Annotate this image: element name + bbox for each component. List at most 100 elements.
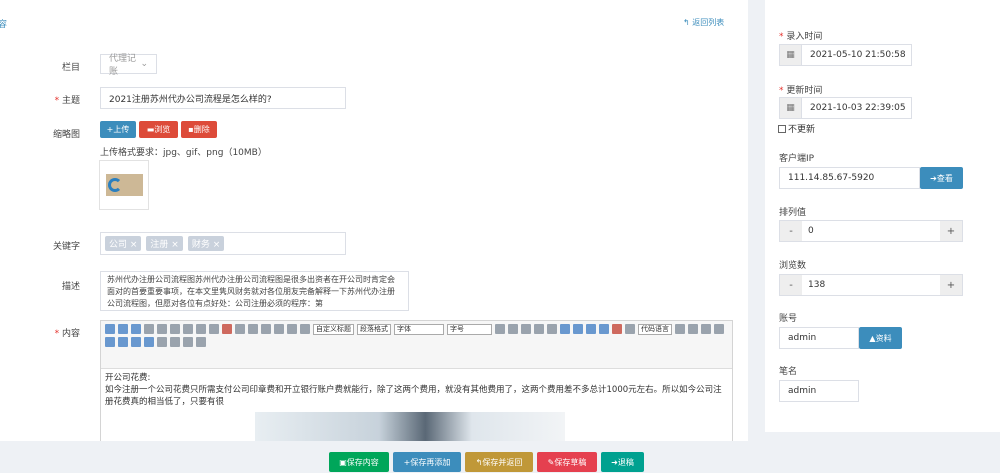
- entry-time-input[interactable]: ▦ 2021-05-10 21:50:58: [779, 44, 912, 66]
- keyword-tag[interactable]: 财务 ×: [187, 236, 225, 251]
- client-ip-label: 客户端IP: [779, 154, 815, 164]
- main-panel: 容 ↰ 返回列表 栏目 代理记账⌄ 主题 2021注册苏州代办公司流程是怎么样的…: [0, 0, 748, 473]
- list-ordered-icon[interactable]: [261, 324, 271, 334]
- entry-time-label: 录入时间: [779, 29, 822, 42]
- insert-col-icon[interactable]: [131, 337, 141, 347]
- custom-title-select[interactable]: 自定义标题: [313, 324, 354, 335]
- account-label: 账号: [779, 314, 798, 324]
- video-icon[interactable]: [599, 324, 609, 334]
- font-color-icon[interactable]: [248, 324, 258, 334]
- keyword-tag[interactable]: 公司 ×: [105, 236, 142, 251]
- image-icon[interactable]: [586, 324, 596, 334]
- keyword-tag[interactable]: 注册 ×: [146, 236, 183, 251]
- title-label: 主题: [0, 93, 80, 106]
- font-size-select[interactable]: 字号: [447, 324, 492, 335]
- decrement-button[interactable]: -: [780, 221, 802, 241]
- anchor-icon[interactable]: [573, 324, 583, 334]
- description-label: 描述: [61, 282, 80, 292]
- rich-text-editor[interactable]: 自定义标题 段落格式 字体 字号 代码语言 开公司花费: 如今注册一个公司花费只…: [100, 320, 733, 445]
- align-justify-icon[interactable]: [547, 324, 557, 334]
- content-heading: 开公司花费:: [105, 373, 151, 383]
- table-icon[interactable]: [105, 337, 115, 347]
- line-height-icon[interactable]: [300, 324, 310, 334]
- format-clear-icon[interactable]: [222, 324, 232, 334]
- save-and-add-button[interactable]: + 保存再添加: [393, 452, 461, 472]
- column-label: 栏目: [61, 63, 80, 73]
- sort-label: 排列值: [779, 208, 807, 218]
- insert-row-icon[interactable]: [118, 337, 128, 347]
- reject-button[interactable]: ➜ 退稿: [601, 452, 644, 472]
- column-select[interactable]: 代理记账 ⌄: [100, 54, 157, 77]
- map-icon[interactable]: [625, 324, 635, 334]
- save-and-return-button[interactable]: ↰ 保存并返回: [465, 452, 533, 472]
- emotion-icon[interactable]: [612, 324, 622, 334]
- list-unordered-icon[interactable]: [274, 324, 284, 334]
- italic-icon[interactable]: [157, 324, 167, 334]
- fullscreen-icon[interactable]: [196, 337, 206, 347]
- merge-cells-icon[interactable]: [144, 337, 154, 347]
- update-time-input[interactable]: ▦ 2021-10-03 22:39:05: [779, 97, 912, 119]
- editor-content[interactable]: 开公司花费: 如今注册一个公司花费只所需支付公司印章费和开立银行账户费就能行，除…: [101, 369, 732, 444]
- view-ip-button[interactable]: ➔ 查看: [920, 167, 963, 189]
- redo-icon[interactable]: [131, 324, 141, 334]
- underline-icon[interactable]: [170, 324, 180, 334]
- save-button[interactable]: ▣ 保存内容: [329, 452, 389, 472]
- client-ip-input[interactable]: 111.14.85.67-5920: [779, 167, 920, 189]
- decrement-button[interactable]: -: [780, 275, 802, 295]
- upload-hint: 上传格式要求：jpg、gif、png（10MB）: [100, 148, 267, 158]
- align-center-icon[interactable]: [521, 324, 531, 334]
- delete-button[interactable]: ▪ 删除: [181, 121, 217, 138]
- subscript-icon[interactable]: [209, 324, 219, 334]
- preview-icon[interactable]: [170, 337, 180, 347]
- select-all-icon[interactable]: [287, 324, 297, 334]
- views-stepper[interactable]: - 138 +: [779, 274, 963, 296]
- code-language-select[interactable]: 代码语言: [638, 324, 672, 335]
- keywords-label: 关键字: [52, 242, 80, 252]
- chevron-down-icon: ⌄: [140, 59, 148, 69]
- sort-stepper[interactable]: - 0 +: [779, 220, 963, 242]
- superscript-icon[interactable]: [196, 324, 206, 334]
- no-update-checkbox[interactable]: 不更新: [778, 122, 815, 135]
- special-char-icon[interactable]: [714, 324, 724, 334]
- date-icon[interactable]: [688, 324, 698, 334]
- profile-button[interactable]: ▲ 资料: [859, 327, 902, 349]
- save-draft-button[interactable]: ✎ 保存草稿: [537, 452, 597, 472]
- browse-button[interactable]: ▬ 浏览: [139, 121, 178, 138]
- undo-icon[interactable]: [118, 324, 128, 334]
- title-input[interactable]: 2021注册苏州代办公司流程是怎么样的?: [100, 87, 346, 109]
- author-input[interactable]: admin: [779, 380, 859, 402]
- horizontal-rule-icon[interactable]: [675, 324, 685, 334]
- truncated-title: 容: [0, 20, 8, 30]
- author-label: 笔名: [779, 367, 798, 377]
- back-to-list-link[interactable]: ↰ 返回列表: [683, 17, 724, 28]
- paragraph-format-select[interactable]: 段落格式: [357, 324, 391, 335]
- time-icon[interactable]: [701, 324, 711, 334]
- strikethrough-icon[interactable]: [183, 324, 193, 334]
- source-icon[interactable]: [105, 324, 115, 334]
- thumbnail-preview: [99, 160, 149, 210]
- calendar-icon: ▦: [780, 98, 802, 118]
- indent-icon[interactable]: [495, 324, 505, 334]
- link-icon[interactable]: [560, 324, 570, 334]
- search-replace-icon[interactable]: [183, 337, 193, 347]
- quote-icon[interactable]: [235, 324, 245, 334]
- description-textarea[interactable]: 苏州代办注册公司流程图苏州代办注册公司流程图是很多出资者在开公司时肯定会面对的首…: [100, 271, 409, 311]
- increment-button[interactable]: +: [940, 221, 962, 241]
- align-right-icon[interactable]: [534, 324, 544, 334]
- update-time-label: 更新时间: [779, 83, 822, 96]
- increment-button[interactable]: +: [940, 275, 962, 295]
- bold-icon[interactable]: [144, 324, 154, 334]
- content-label: 内容: [0, 326, 80, 339]
- calendar-icon: ▦: [780, 45, 802, 65]
- content-paragraph: 如今注册一个公司花费只所需支付公司印章费和开立银行账户费就能行，除了这两个费用，…: [105, 385, 722, 407]
- keywords-input[interactable]: 公司 × 注册 × 财务 ×: [100, 232, 346, 255]
- upload-button[interactable]: + 上传: [100, 121, 136, 138]
- account-input[interactable]: admin: [779, 327, 859, 349]
- thumb-label: 缩略图: [52, 130, 80, 140]
- logo-icon: [106, 174, 143, 196]
- align-left-icon[interactable]: [508, 324, 518, 334]
- font-family-select[interactable]: 字体: [394, 324, 444, 335]
- print-icon[interactable]: [157, 337, 167, 347]
- views-label: 浏览数: [779, 261, 807, 271]
- editor-toolbar: 自定义标题 段落格式 字体 字号 代码语言: [101, 321, 732, 369]
